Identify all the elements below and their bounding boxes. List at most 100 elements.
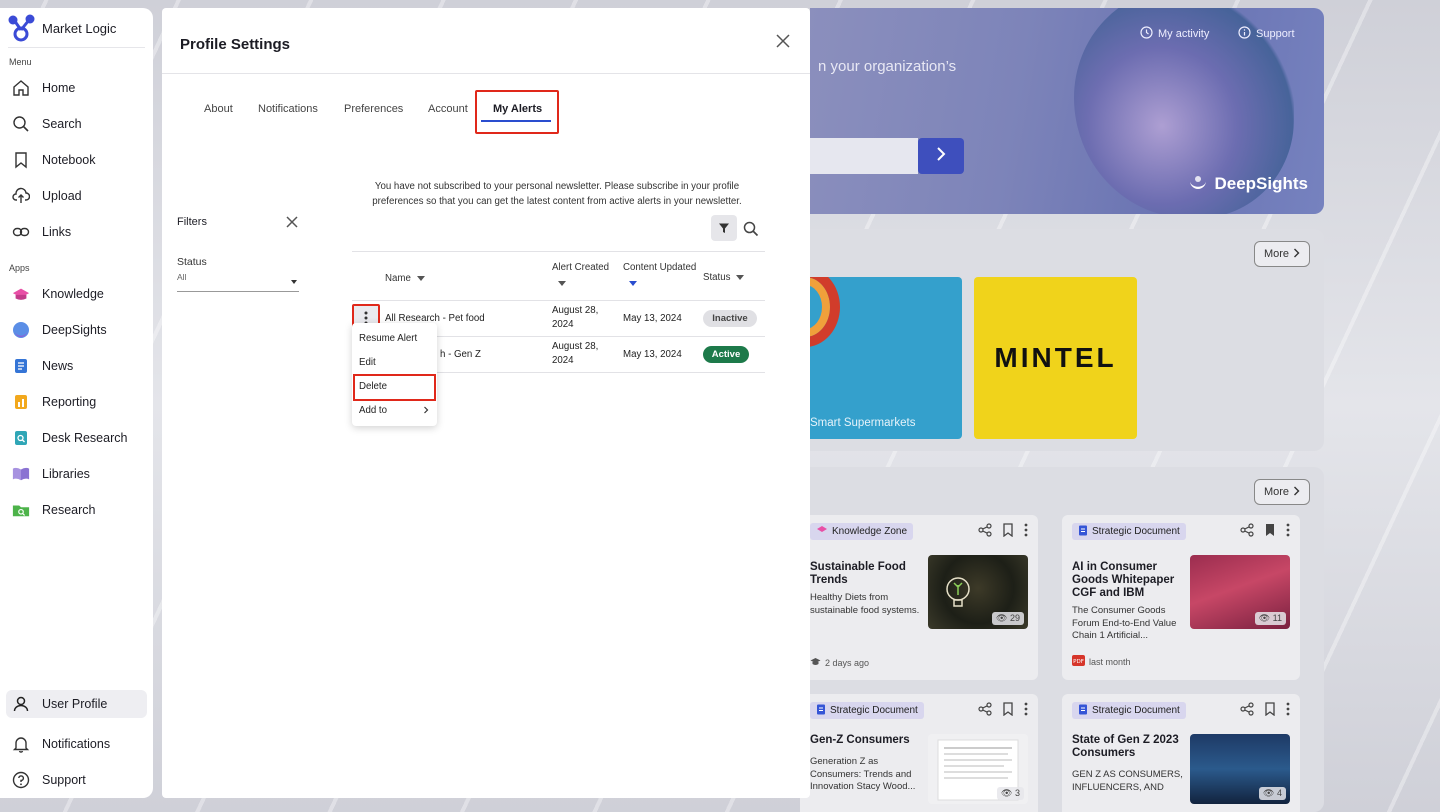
sidebar-item-notebook[interactable]: Notebook: [0, 142, 153, 178]
date-line: August 28,: [552, 341, 599, 352]
featured-tile[interactable]: Smart Supermarkets: [810, 277, 962, 439]
column-header-content-updated[interactable]: Content Updated: [623, 262, 696, 286]
hero-search-input[interactable]: [810, 138, 918, 174]
share-icon[interactable]: [978, 702, 992, 721]
sidebar-item-knowledge[interactable]: Knowledge: [0, 276, 153, 312]
document-card[interactable]: Strategic Document AI in Consumer Goods …: [1062, 515, 1300, 680]
kebab-menu-icon[interactable]: [1286, 702, 1290, 721]
more-label: More: [1263, 486, 1290, 498]
card-description: Healthy Diets from sustainable food syst…: [810, 592, 920, 616]
search-icon: [12, 115, 30, 133]
sidebar-item-label: DeepSights: [42, 323, 107, 337]
sidebar-item-notifications[interactable]: Notifications: [0, 726, 153, 762]
view-count-value: 3: [1014, 788, 1020, 798]
menu-item-edit[interactable]: Edit: [359, 357, 376, 368]
document-icon: [1078, 525, 1088, 539]
sidebar-item-search[interactable]: Search: [0, 106, 153, 142]
sidebar-item-label: Links: [42, 225, 72, 239]
card-thumbnail: 👁 4: [1190, 734, 1290, 804]
close-icon: [286, 216, 298, 228]
sort-down-icon: [736, 274, 745, 280]
tab-notifications[interactable]: Notifications: [258, 103, 318, 115]
table-search-button[interactable]: [742, 220, 760, 238]
card-actions: [978, 702, 1028, 721]
document-card[interactable]: Knowledge Zone Sustainable Food Trends H…: [800, 515, 1038, 680]
card-meta-label: last month: [1089, 656, 1131, 667]
sidebar-item-desk-research[interactable]: Desk Research: [0, 420, 153, 456]
cloud-upload-icon: [12, 187, 30, 205]
column-header-label: Alert Created: [552, 262, 610, 273]
card-description: GEN Z AS CONSUMERS, INFLUENCERS, AND: [1072, 769, 1183, 793]
column-header-name[interactable]: Name: [385, 273, 425, 284]
sort-down-icon: [416, 275, 425, 281]
support-link[interactable]: Support: [1238, 26, 1295, 42]
card-actions: [1240, 702, 1290, 721]
close-filters-button[interactable]: [285, 215, 299, 229]
tab-about[interactable]: About: [204, 103, 233, 115]
sidebar-item-label: News: [42, 359, 74, 373]
sidebar-item-reporting[interactable]: Reporting: [0, 384, 153, 420]
share-icon[interactable]: [978, 523, 992, 542]
tile-artwork: [810, 277, 840, 347]
sidebar-item-support[interactable]: Support: [0, 762, 153, 798]
sidebar-item-deepsights[interactable]: DeepSights: [0, 312, 153, 348]
hero-search-button[interactable]: [918, 138, 964, 174]
sort-down-icon: [558, 281, 566, 286]
sidebar-item-home[interactable]: Home: [0, 70, 153, 106]
alert-name[interactable]: h - Gen Z: [440, 348, 481, 362]
column-header-alert-created[interactable]: Alert Created: [552, 262, 609, 286]
bookmark-icon[interactable]: [1264, 702, 1276, 721]
tile-title: Smart Supermarkets: [810, 417, 916, 429]
sidebar-item-news[interactable]: News: [0, 348, 153, 384]
deepsights-logo: DeepSights: [1188, 173, 1308, 194]
filter-toggle-button[interactable]: [711, 215, 737, 241]
sidebar-item-upload[interactable]: Upload: [0, 178, 153, 214]
kebab-menu-icon[interactable]: [1024, 702, 1028, 721]
sidebar-item-libraries[interactable]: Libraries: [0, 456, 153, 492]
share-icon[interactable]: [1240, 702, 1254, 721]
sidebar-item-links[interactable]: Links: [0, 214, 153, 250]
view-count-value: 11: [1272, 613, 1282, 623]
sidebar-item-user-profile[interactable]: User Profile: [6, 690, 147, 718]
mintel-tile[interactable]: MINTEL: [974, 277, 1137, 439]
notice-line: preferences so that you can get the late…: [372, 196, 742, 207]
sidebar-item-label: Home: [42, 81, 76, 95]
chevron-right-icon: [423, 405, 429, 418]
row-context-menu: Resume Alert Edit Delete Add to: [352, 323, 437, 426]
home-icon: [12, 79, 30, 97]
featured-panel: More Smart Supermarkets MINTEL: [810, 229, 1324, 451]
bookmark-icon[interactable]: [1002, 702, 1014, 721]
more-button[interactable]: More: [1254, 241, 1310, 267]
document-card[interactable]: Strategic Document Gen-Z Consumers Gener…: [800, 694, 1038, 812]
kebab-menu-icon[interactable]: [1024, 523, 1028, 542]
card-actions: [1240, 523, 1290, 542]
close-button[interactable]: [774, 32, 792, 50]
menu-item-add-to[interactable]: Add to: [359, 405, 429, 416]
tab-account[interactable]: Account: [428, 103, 468, 115]
kebab-menu-icon[interactable]: [1286, 523, 1290, 542]
sidebar-item-label: Desk Research: [42, 431, 128, 445]
date-line: August 28,: [552, 305, 599, 316]
card-type-label: Strategic Document: [1092, 705, 1180, 716]
sidebar-item-research[interactable]: Research: [0, 492, 153, 528]
column-header-label: Name: [385, 273, 411, 284]
brand[interactable]: Market Logic: [0, 8, 153, 48]
status-filter-select[interactable]: All: [177, 272, 299, 292]
column-header-status[interactable]: Status: [703, 272, 745, 283]
research-icon: [12, 501, 30, 519]
view-count-value: 4: [1276, 788, 1282, 798]
svg-text:PDF: PDF: [1073, 659, 1084, 665]
menu-item-resume-alert[interactable]: Resume Alert: [359, 333, 417, 344]
document-card[interactable]: Strategic Document State of Gen Z 2023 C…: [1062, 694, 1300, 812]
tab-preferences[interactable]: Preferences: [344, 103, 403, 115]
card-type-badge: Strategic Document: [1072, 702, 1186, 719]
my-activity-link[interactable]: My activity: [1140, 26, 1209, 42]
share-icon[interactable]: [1240, 523, 1254, 542]
bookmark-filled-icon[interactable]: [1264, 523, 1276, 542]
deepsights-logo-text: DeepSights: [1214, 173, 1308, 193]
bookmark-icon[interactable]: [1002, 523, 1014, 542]
highlight-box: [353, 374, 436, 401]
card-meta-label: 2 days ago: [825, 657, 870, 668]
notice-line: You have not subscribed to your personal…: [374, 181, 740, 192]
more-button[interactable]: More: [1254, 479, 1310, 505]
